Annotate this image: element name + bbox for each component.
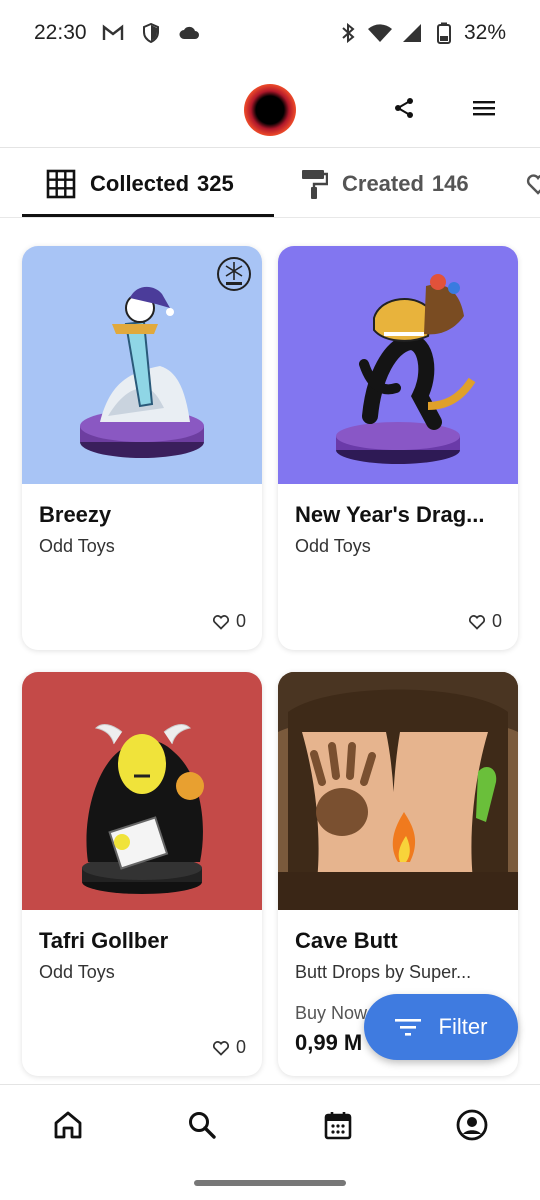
tab-created[interactable]: Created 146 [300,150,469,217]
gesture-navigation-bar[interactable] [194,1180,346,1186]
like-count-value: 0 [491,611,502,631]
wifi-icon [367,21,392,45]
card-breezy[interactable]: Breezy Odd Toys 0 [22,246,262,650]
shield-icon [139,21,163,45]
card-collection: Butt Drops by Super... [295,962,472,982]
filter-icon [394,1019,421,1036]
filter-label: Filter [438,1014,488,1039]
card-title: Cave Butt [295,928,398,953]
like-count-value: 0 [235,1037,246,1057]
calendar-icon [324,1112,352,1140]
heart-icon [468,614,485,630]
avatar[interactable] [244,84,296,136]
profile-icon [456,1109,488,1141]
nav-home[interactable] [48,1105,88,1145]
home-icon [54,1111,82,1139]
like-count[interactable]: 0 [468,611,502,632]
bluetooth-icon [336,21,360,45]
nav-profile[interactable] [452,1105,492,1145]
grid-icon [46,169,76,199]
tab-collected[interactable]: Collected 325 [46,150,234,217]
nav-calendar[interactable] [318,1105,358,1145]
tab-created-count: 146 [431,171,469,196]
tab-liked-partial[interactable] [526,150,540,217]
status-bar: 22:30 32% [0,0,540,66]
card-collection: Odd Toys [295,536,371,556]
paint-roller-icon [302,170,328,199]
card-image [22,246,262,484]
status-time: 22:30 [34,21,87,44]
card-title: Tafri Gollber [39,928,169,953]
card-image [278,672,518,910]
share-button[interactable] [384,88,424,128]
share-icon [395,98,413,118]
battery-icon [432,21,456,45]
battery-percent: 32% [463,21,506,44]
card-collection: Odd Toys [39,962,115,982]
card-image [278,246,518,484]
tab-collected-count: 325 [197,171,234,196]
like-count[interactable]: 0 [212,1037,246,1058]
like-count-value: 0 [235,611,246,631]
signal-icon [400,21,424,45]
nav-search[interactable] [182,1105,222,1145]
snowflake-badge-icon [217,257,251,291]
hamburger-menu-icon [473,101,495,116]
card-collection: Odd Toys [39,536,115,556]
profile-tabs: Collected 325 Created 146 [0,150,540,218]
filter-button[interactable]: Filter [364,994,518,1060]
card-tafri-gollber[interactable]: Tafri Gollber Odd Toys 0 [22,672,262,1076]
card-new-years-dragon[interactable]: New Year's Drag... Odd Toys 0 [278,246,518,650]
card-image [22,672,262,910]
profile-header [0,66,540,148]
card-title: New Year's Drag... [295,502,485,527]
tab-selected-indicator [22,214,274,217]
cloud-icon [177,21,201,45]
card-title: Breezy [39,502,112,527]
tab-collected-label: Collected [90,171,190,196]
like-count[interactable]: 0 [212,611,246,632]
heart-icon [212,614,229,630]
tab-created-label: Created [342,171,424,196]
gmail-icon [101,21,125,45]
heart-icon [526,174,540,195]
bottom-navigation [0,1084,540,1168]
heart-icon [212,1040,229,1056]
menu-button[interactable] [464,88,504,128]
search-icon [189,1112,216,1139]
